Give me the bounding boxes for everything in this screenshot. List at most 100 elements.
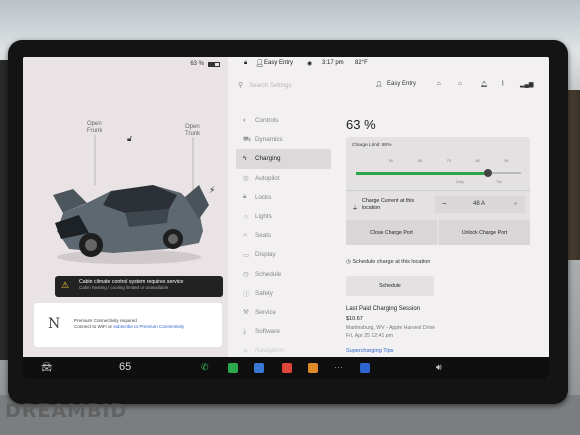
nav-item-label: Autopilot: [255, 174, 280, 182]
lock-icon[interactable]: 🔒︎: [244, 60, 247, 67]
last-paid-amount: $10.67: [346, 316, 363, 322]
zone-trip-label: Trip: [496, 180, 503, 184]
profile-icon[interactable]: 👤︎: [255, 59, 264, 67]
volume-icon[interactable]: 🔊︎: [436, 362, 442, 373]
zone-daily-label: Daily: [456, 180, 464, 184]
outside-temp: 82°F: [355, 60, 368, 66]
music-app-icon[interactable]: [282, 363, 292, 373]
nav-item-label: Safety: [255, 289, 273, 297]
warning-icon: ⚠︎: [61, 280, 70, 290]
schedule-button[interactable]: Schedule: [346, 276, 434, 296]
nav-item-dynamics[interactable]: ⛟ Dynamics: [236, 130, 331, 149]
tick-label: 70: [446, 159, 451, 163]
nav-item-label: Software: [255, 328, 280, 336]
charge-current-label: Charge Current at this location: [362, 198, 415, 211]
light-icon: ☼: [243, 213, 249, 221]
toybox-app-icon[interactable]: [308, 363, 318, 373]
premium-text-plain: Connect to WiFi or: [74, 324, 114, 329]
search-settings[interactable]: ⚲ Search Settings: [238, 81, 292, 89]
charge-port-bolt-icon[interactable]: ⚡︎: [209, 185, 215, 196]
nav-item-controls[interactable]: ◐ Controls: [236, 111, 331, 130]
driver-profile-icon[interactable]: 👤︎: [375, 81, 383, 88]
premium-connectivity-card[interactable]: N Premium Connectivity required Connect …: [34, 303, 222, 347]
charge-port-buttons: Close Charge Port Unlock Charge Port: [346, 220, 530, 245]
tick-label: 50: [389, 159, 393, 163]
settings-panel: 🔒︎ 👤︎ Easy Entry ◉ 3:17 pm 82°F ⚲ Search …: [228, 57, 549, 357]
car-panel: 63 % Open Frunk Open Trunk 🔓︎ ⚡︎ ⚠︎ Cabi…: [23, 57, 228, 357]
last-paid-location: Martinsburg, WV - Apple Harvest Drive: [346, 325, 436, 331]
menu-lock-icon[interactable]: ⌂: [437, 81, 441, 87]
nav-item-label: Navigation: [255, 347, 285, 355]
bluetooth-icon[interactable]: ᛒ: [501, 81, 505, 87]
nav-item-label: Lights: [255, 213, 272, 221]
last-paid-date: Fri, Apr 25 12:41 pm: [346, 333, 393, 339]
car-model-image: [53, 185, 209, 264]
battery-percent-large: 63 %: [346, 117, 376, 132]
nav-item-display[interactable]: ▭ Display: [236, 245, 331, 264]
charge-plug-icon: ⏚: [352, 206, 359, 212]
premium-text: Connect to WiFi or subscribe to Premium …: [74, 324, 222, 330]
service-alert[interactable]: ⚠︎ Cabin climate control system requires…: [55, 276, 223, 297]
profile-name[interactable]: Easy Entry: [264, 60, 293, 66]
charge-current-value: 48 A: [473, 201, 486, 207]
nav-item-label: Dynamics: [255, 136, 283, 144]
quick-profile-name[interactable]: Easy Entry: [387, 81, 416, 87]
nav-item-locks[interactable]: 🔒︎ Locks: [236, 188, 331, 207]
messages-app-icon[interactable]: [254, 363, 264, 373]
nav-item-label: Controls: [255, 117, 279, 125]
clock-icon: ◷: [243, 271, 249, 279]
clock-time: 3:17 pm: [322, 60, 344, 66]
nav-item-safety[interactable]: ⓘ Safety: [236, 284, 331, 303]
decrease-current-button[interactable]: −: [442, 199, 447, 208]
schedule-charge-label: Schedule charge at this location: [352, 259, 431, 265]
nav-item-service[interactable]: ⚒︎ Service: [236, 303, 331, 322]
car-icon: ⛟: [243, 136, 252, 144]
media-logo-icon: N: [48, 316, 61, 332]
safety-icon: ⓘ: [243, 291, 250, 299]
tick-label: 60: [417, 159, 422, 163]
close-charge-port-button[interactable]: Close Charge Port: [346, 220, 437, 245]
bolt-icon: ϟ: [243, 155, 247, 163]
nav-item-label: Seats: [255, 232, 272, 240]
bottom-dock: 🚘︎ 65 ✆ ··· 🔊︎: [23, 357, 549, 379]
nav-item-lights[interactable]: ☼ Lights: [236, 207, 331, 226]
camera-app-icon[interactable]: [228, 363, 238, 373]
nav-item-label: Locks: [255, 193, 272, 201]
nav-item-label: Schedule: [255, 270, 282, 278]
unlock-icon[interactable]: 🔓︎: [127, 134, 132, 144]
nav-item-charging[interactable]: ϟ Charging: [236, 149, 331, 169]
top-status-bar: 🔒︎ 👤︎ Easy Entry ◉ 3:17 pm 82°F: [228, 57, 549, 71]
home-icon[interactable]: ⌂: [458, 81, 462, 87]
charge-limit-label: Charge Limit: 80%: [352, 143, 392, 148]
last-paid-title: Last Paid Charging Session: [346, 306, 421, 312]
signal-bars-icon: ▂▄▆: [520, 82, 534, 88]
nav-item-autopilot[interactable]: ◎ Autopilot: [236, 169, 331, 188]
bluetooth-app-icon[interactable]: [360, 363, 370, 373]
touchscreen: 63 % Open Frunk Open Trunk 🔓︎ ⚡︎ ⚠︎ Cabi…: [23, 57, 549, 379]
nav-item-seats[interactable]: ⑁ Seats: [236, 226, 331, 245]
nav-item-label: Charging: [255, 155, 281, 163]
navigation-icon: ➤: [243, 347, 249, 355]
profile-status-icon: ◉: [307, 61, 313, 67]
premium-subscribe-link[interactable]: subscribe to Premium Connectivity: [113, 324, 184, 329]
search-input[interactable]: Search Settings: [249, 83, 291, 89]
more-apps-icon[interactable]: ···: [334, 362, 343, 372]
cabin-temperature[interactable]: 65: [119, 361, 131, 373]
phone-icon[interactable]: ✆: [201, 362, 209, 373]
unlock-charge-port-button[interactable]: Unlock Charge Port: [439, 220, 530, 245]
bell-icon[interactable]: 🔔︎: [480, 81, 488, 88]
car-icon[interactable]: 🚘︎: [41, 362, 52, 373]
charge-limit-slider-handle[interactable]: [484, 169, 492, 177]
nav-item-label: Service: [255, 308, 276, 316]
download-icon: ⤓: [243, 327, 246, 335]
lock-icon: 🔒︎: [243, 193, 247, 201]
tick-label: 90: [504, 159, 509, 163]
charge-current-stepper: − 48 A +: [435, 196, 525, 213]
charge-limit-card: Charge Limit: 80% 50 60 70 80 90 Daily Trip …: [346, 137, 530, 245]
increase-current-button[interactable]: +: [513, 199, 518, 208]
wrench-icon: ⚒︎: [243, 309, 249, 317]
supercharging-tips-link[interactable]: Supercharging Tips: [346, 348, 393, 354]
nav-item-software[interactable]: ⤓ Software: [236, 322, 331, 341]
nav-item-schedule[interactable]: ◷ Schedule: [236, 265, 331, 284]
display-icon: ▭: [243, 251, 250, 259]
